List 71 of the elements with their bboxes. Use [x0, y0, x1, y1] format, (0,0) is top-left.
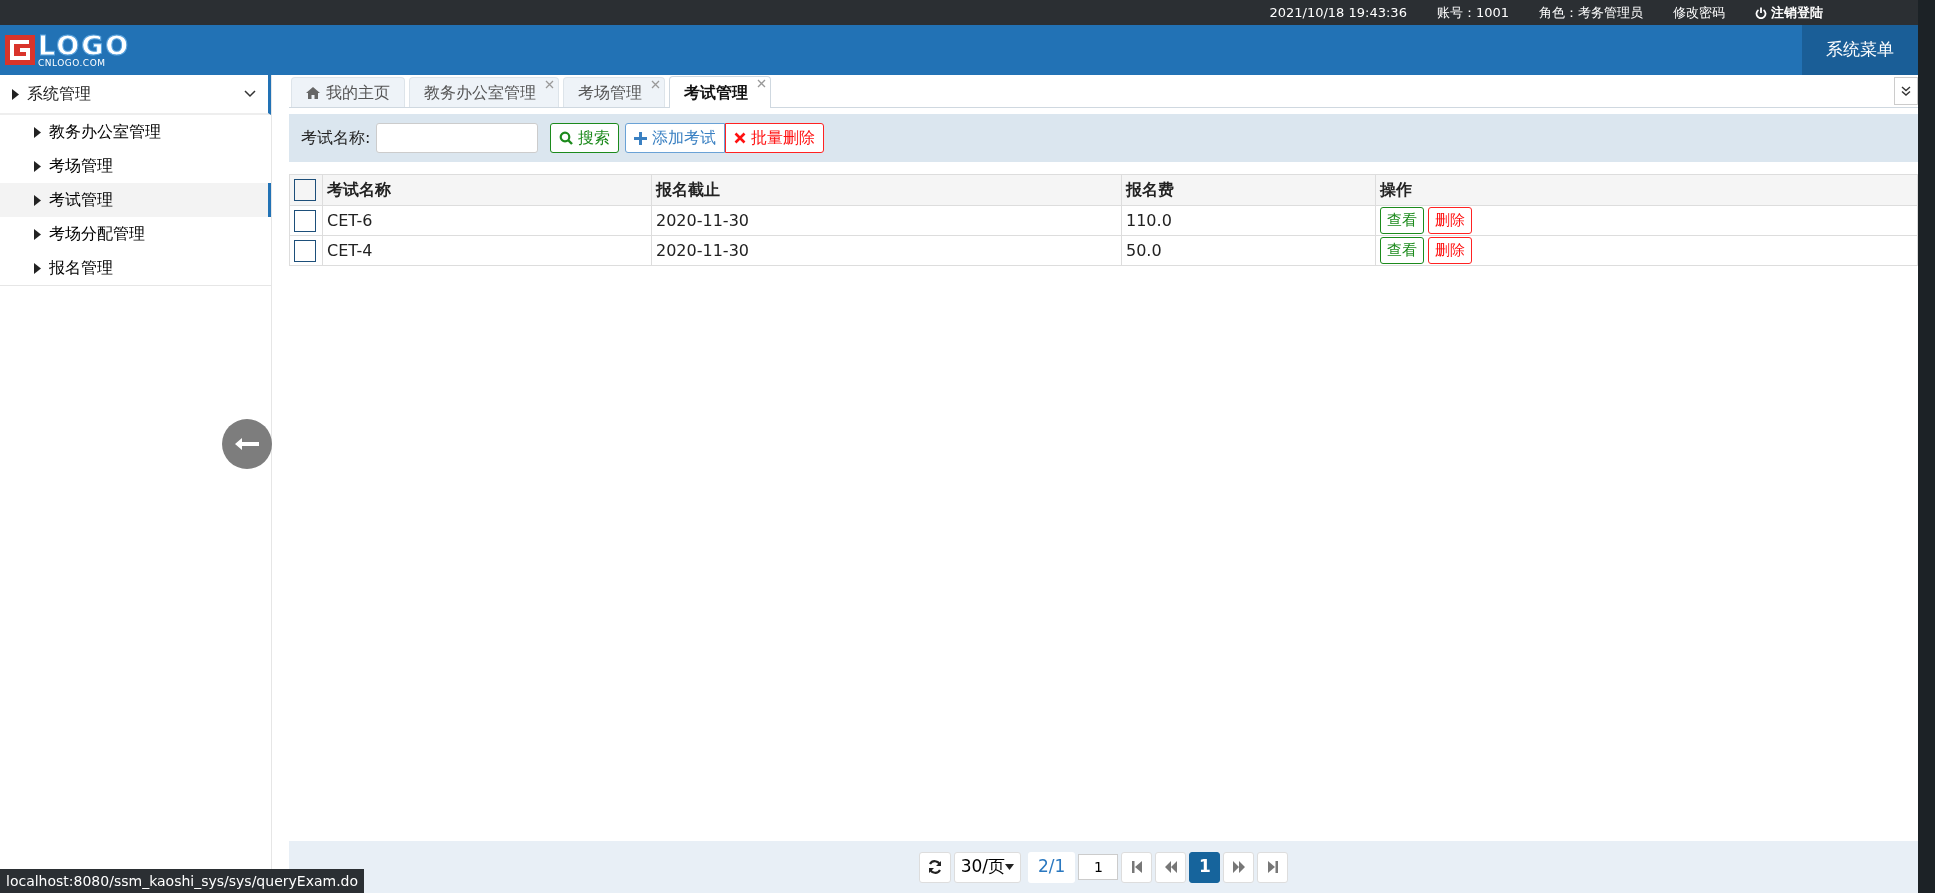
refresh-icon [926, 859, 943, 875]
home-icon [306, 86, 320, 99]
close-icon[interactable] [757, 77, 766, 89]
table-cell: 110.0 [1121, 205, 1376, 236]
search-button[interactable]: 搜索 [550, 123, 620, 153]
column-header: 报名截止 [651, 174, 1122, 206]
plus-icon [634, 131, 648, 145]
select-all-checkbox[interactable] [294, 179, 316, 201]
logout-link[interactable]: 注销登陆 [1755, 2, 1823, 23]
table-cell: 2020-11-30 [651, 205, 1122, 236]
page-size-dropdown[interactable]: 30/页 [953, 851, 1021, 883]
view-button[interactable]: 查看 [1380, 237, 1424, 264]
status-url: localhost:8080/ssm_kaoshi_sys/sys/queryExam.do [0, 869, 365, 893]
column-header: 操作 [1375, 174, 1918, 206]
row-checkbox[interactable] [294, 209, 316, 232]
first-page-icon [1129, 860, 1144, 874]
caret-down-icon [1005, 864, 1014, 870]
batch-delete-button[interactable]: 批量删除 [725, 123, 825, 153]
caret-icon [34, 160, 41, 172]
refresh-button[interactable] [918, 851, 951, 883]
change-password-link[interactable]: 修改密码 [1673, 2, 1725, 23]
next-page-icon [1231, 860, 1246, 874]
arrow-left-icon [234, 437, 260, 451]
logo-icon [4, 34, 36, 66]
tab[interactable]: 考场管理 [563, 77, 665, 107]
next-page-button[interactable] [1223, 851, 1255, 883]
table-cell: 50.0 [1121, 235, 1376, 266]
close-icon [734, 132, 747, 144]
caret-icon [34, 228, 41, 240]
view-button[interactable]: 查看 [1380, 207, 1424, 234]
column-header: 考试名称 [322, 174, 652, 206]
previous-page-button[interactable] [1155, 851, 1187, 883]
sidebar-item[interactable]: 考试管理 [0, 183, 271, 217]
table-cell: CET-4 [322, 235, 652, 266]
account-label: 账号：1001 [1436, 3, 1509, 22]
role-label: 角色：考务管理员 [1539, 3, 1643, 22]
search-icon [559, 131, 574, 145]
page-info: 2/1 [1028, 851, 1076, 883]
table-cell: 2020-11-30 [651, 235, 1122, 266]
logo-text: LOGO [38, 32, 131, 59]
double-chevron-icon [1901, 86, 1911, 96]
first-page-button[interactable] [1121, 851, 1153, 883]
chevron-down-icon [244, 90, 256, 98]
caret-icon [12, 88, 19, 100]
search-field[interactable] [376, 123, 539, 153]
tab[interactable]: 考试管理 [669, 76, 771, 108]
date-time: 2021/10/18 19:43:36 [1269, 3, 1407, 22]
column-header: 报名费 [1121, 174, 1376, 206]
add-button[interactable]: 添加考试 [625, 123, 726, 153]
caret-icon [34, 194, 41, 206]
previous-page-icon [1163, 860, 1178, 874]
caret-icon [34, 262, 41, 274]
tab-overflow-button[interactable] [1894, 77, 1918, 105]
power-icon [1755, 6, 1767, 19]
search-label: 考试名称: [301, 127, 371, 149]
logout-label[interactable]: 注销登陆 [1771, 2, 1823, 23]
close-icon[interactable] [545, 78, 554, 90]
delete-button[interactable]: 删除 [1428, 207, 1472, 234]
close-icon[interactable] [651, 78, 660, 90]
logo-subtext: CNLOGO.COM [38, 59, 107, 68]
last-page-icon [1265, 860, 1280, 874]
tab[interactable]: 教务办公室管理 [409, 77, 559, 107]
last-page-button[interactable] [1257, 851, 1289, 883]
caret-icon [34, 126, 41, 138]
page-button[interactable]: 1 [1189, 851, 1221, 883]
row-checkbox[interactable] [294, 239, 316, 262]
tab[interactable]: 我的主页 [291, 77, 405, 107]
table-cell: CET-6 [322, 205, 652, 236]
page-number-field[interactable]: 1 [1078, 854, 1119, 880]
system-menu-button[interactable]: 系统菜单 [1802, 25, 1918, 75]
delete-button[interactable]: 删除 [1428, 237, 1472, 264]
